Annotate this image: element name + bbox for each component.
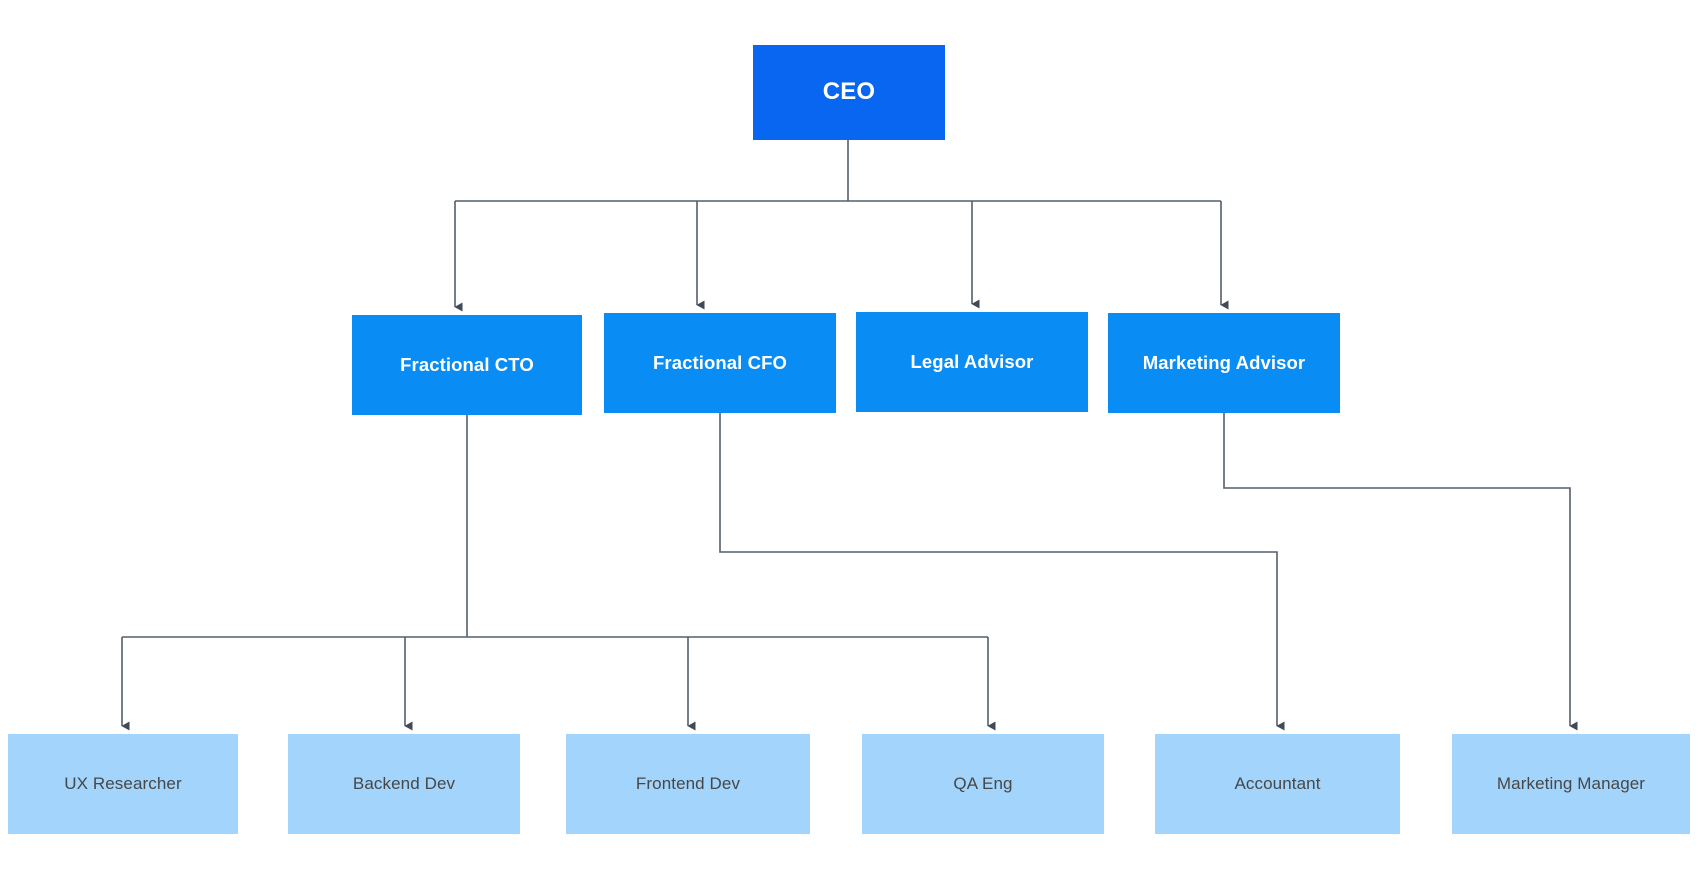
edge-cfo-to-accountant xyxy=(719,413,1285,731)
node-fractional-cto-label: Fractional CTO xyxy=(400,353,534,375)
org-chart-canvas: CEO Fractional CTO Fractional CFO Legal … xyxy=(0,0,1699,880)
node-ceo[interactable]: CEO xyxy=(753,45,945,140)
node-legal-advisor-label: Legal Advisor xyxy=(910,350,1034,372)
node-backend-dev[interactable]: Backend Dev xyxy=(288,734,520,834)
node-marketing-manager[interactable]: Marketing Manager xyxy=(1452,734,1690,834)
node-ceo-label: CEO xyxy=(822,78,876,106)
node-marketing-manager-label: Marketing Manager xyxy=(1496,773,1646,793)
node-marketing-advisor-label: Marketing Advisor xyxy=(1142,351,1306,373)
node-backend-dev-label: Backend Dev xyxy=(352,773,456,793)
node-fractional-cfo-label: Fractional CFO xyxy=(653,351,787,373)
node-legal-advisor[interactable]: Legal Advisor xyxy=(856,312,1088,412)
node-fractional-cto[interactable]: Fractional CTO xyxy=(352,315,582,415)
node-marketing-advisor[interactable]: Marketing Advisor xyxy=(1108,313,1340,413)
node-frontend-dev[interactable]: Frontend Dev xyxy=(566,734,810,834)
node-accountant-label: Accountant xyxy=(1234,773,1321,793)
node-frontend-dev-label: Frontend Dev xyxy=(635,773,741,793)
edge-marketing-advisor-to-marketing-manager xyxy=(1223,413,1578,731)
node-qa-eng[interactable]: QA Eng xyxy=(862,734,1104,834)
node-accountant[interactable]: Accountant xyxy=(1155,734,1400,834)
node-ux-researcher[interactable]: UX Researcher xyxy=(8,734,238,834)
node-ux-researcher-label: UX Researcher xyxy=(64,773,182,793)
node-fractional-cfo[interactable]: Fractional CFO xyxy=(604,313,836,413)
node-qa-eng-label: QA Eng xyxy=(953,773,1013,793)
